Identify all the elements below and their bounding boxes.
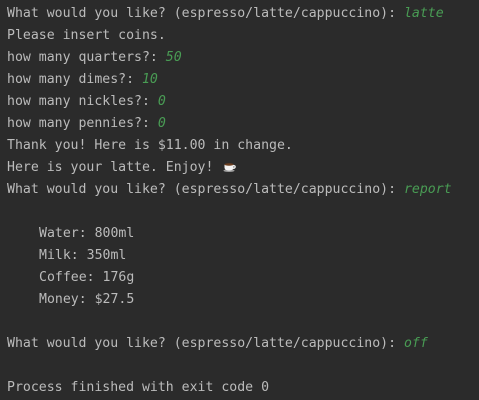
console-line: Process finished with exit code 0 [7,377,479,399]
user-input-text: 0 [157,94,166,109]
prompt-text: What would you like? (espresso/latte/cap… [7,6,404,21]
prompt-text: What would you like? (espresso/latte/cap… [7,182,404,197]
user-input-text: report [403,182,452,197]
console-line: Please insert coins. [7,25,479,47]
prompt-text: how many dimes?: [7,72,142,87]
console-line: how many pennies?: 0 [7,113,479,135]
report-line: Money: $27.5 [7,289,479,311]
report-line: Coffee: 176g [7,267,479,289]
report-line: Milk: 350ml [7,245,479,267]
console-line: how many quarters?: 50 [7,47,479,69]
prompt-text: how many nickles?: [7,94,158,109]
output-text: Thank you! Here is $11.00 in change. [7,138,293,153]
console-line: Here is your latte. Enjoy! [7,157,479,179]
report-line: Water: 800ml [7,223,479,245]
coffee-cup-icon [223,159,237,173]
user-input-text: 0 [157,116,166,131]
console-line: What would you like? (espresso/latte/cap… [7,179,479,201]
user-input-text: 10 [141,72,158,87]
output-text: Please insert coins. [7,28,166,43]
run-console: What would you like? (espresso/latte/cap… [0,0,479,400]
user-input-text: 50 [165,50,182,65]
console-line: Thank you! Here is $11.00 in change. [7,135,479,157]
user-input-text: latte [403,6,444,21]
process-exit-text: Process finished with exit code 0 [7,380,270,395]
user-input-text: off [403,336,428,351]
console-line: how many nickles?: 0 [7,91,479,113]
report-coffee: Coffee: 176g [39,270,135,285]
report-milk: Milk: 350ml [39,248,127,263]
prompt-text: how many quarters?: [7,50,166,65]
prompt-text: how many pennies?: [7,116,158,131]
console-line: What would you like? (espresso/latte/cap… [7,3,479,25]
console-line: how many dimes?: 10 [7,69,479,91]
prompt-text: What would you like? (espresso/latte/cap… [7,336,404,351]
output-text: Here is your latte. Enjoy! [7,160,222,175]
console-line: What would you like? (espresso/latte/cap… [7,333,479,355]
report-money: Money: $27.5 [39,292,135,307]
report-water: Water: 800ml [39,226,135,241]
